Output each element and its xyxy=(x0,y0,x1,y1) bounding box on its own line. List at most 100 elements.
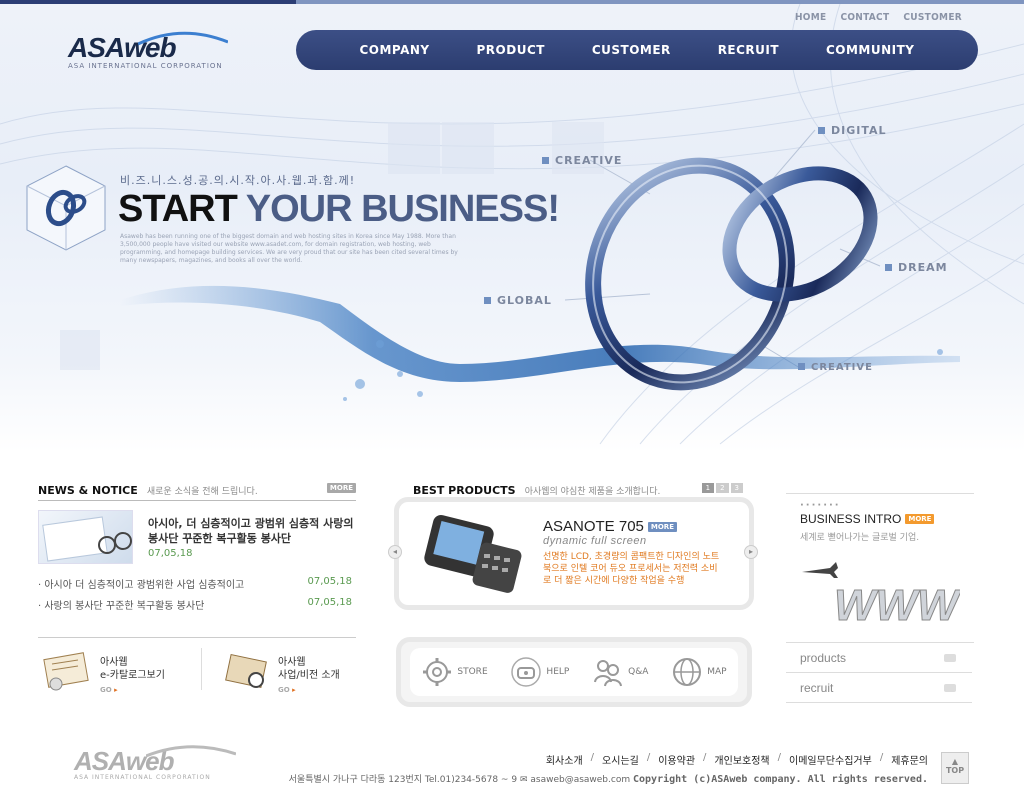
mail-icon: ✉ xyxy=(519,775,528,785)
next-arrow-icon[interactable]: ▸ xyxy=(744,545,758,559)
catalog-book-icon[interactable] xyxy=(42,650,94,692)
top-label: TOP xyxy=(945,766,965,775)
util-link-home[interactable]: HOME xyxy=(795,12,826,23)
nav-customer[interactable]: CUSTOMER xyxy=(592,43,671,57)
quick-line1: 아사웹 xyxy=(278,657,306,668)
www-airplane-graphic: WWW xyxy=(802,562,960,631)
quick-line2: e-카탈로그보기 xyxy=(100,670,165,681)
news-featured-date: 07,05,18 xyxy=(148,548,193,559)
page-2-button[interactable]: 2 xyxy=(716,483,729,493)
footer-nav: 회사소개 / 오시는길 / 이용약관 / 개인보호정책 / 이메일무단수집거부 / 제휴문… xyxy=(545,752,928,767)
hero-slogan: 비.즈.니.스.성.공.의.시.작.아.사.웹.과.함.께! xyxy=(120,174,356,187)
business-link-label: recruit xyxy=(800,680,834,695)
best-subtitle: 아사웹의 야심찬 제품을 소개합니다. xyxy=(524,486,661,497)
best-products-header: BEST PRODUCTS 아사웹의 야심찬 제품을 소개합니다. 1 2 3 xyxy=(413,480,743,497)
nav-product[interactable]: PRODUCT xyxy=(477,43,545,57)
nav-community[interactable]: COMMUNITY xyxy=(826,43,915,57)
news-item-date: 07,05,18 xyxy=(307,576,352,587)
airplane-icon xyxy=(802,562,838,578)
best-title: BEST PRODUCTS xyxy=(413,483,516,497)
news-thumbnail[interactable] xyxy=(38,510,133,564)
util-link-contact[interactable]: CONTACT xyxy=(840,12,889,23)
list-item[interactable]: · 아시아 더 심층적이고 광범위한 사업 심층적이고 07,05,18 xyxy=(38,576,352,591)
footer-copyright: Copyright (c)ASAweb company. All rights … xyxy=(632,774,928,785)
hero-description: Asaweb has been running one of the bigge… xyxy=(120,233,458,264)
business-link-recruit[interactable]: recruit xyxy=(786,673,972,703)
headline-start: START xyxy=(118,188,238,230)
product-description: 선명한 LCD, 초경량의 콤팩트한 디자인의 노트북으로 인텔 코어 듀오 프… xyxy=(543,552,720,586)
tag-global: GLOBAL xyxy=(484,294,552,307)
scroll-top-button[interactable]: ▲ TOP xyxy=(941,752,969,784)
news-item-title[interactable]: · 사랑의 봉사단 꾸준한 복구활동 봉사단 xyxy=(38,597,204,612)
tag-dream: DREAM xyxy=(885,261,948,274)
service-qa[interactable]: Q&A xyxy=(592,656,648,688)
business-more-button[interactable]: MORE xyxy=(905,514,935,524)
vision-map-icon[interactable] xyxy=(222,650,274,692)
news-list: · 아시아 더 심층적이고 광범위한 사업 심층적이고 07,05,18 · 사랑… xyxy=(38,576,352,612)
nav-company[interactable]: COMPANY xyxy=(359,43,429,57)
glasses-newspaper-icon xyxy=(42,516,132,562)
list-item[interactable]: · 사랑의 봉사단 꾸준한 복구활동 봉사단 07,05,18 xyxy=(38,597,352,612)
cube-logo-icon xyxy=(26,165,106,251)
logo-swoosh-icon xyxy=(146,745,236,758)
product-subtitle: dynamic full screen xyxy=(543,535,647,547)
footer-link-directions[interactable]: 오시는길 xyxy=(602,752,639,767)
footer-link-privacy[interactable]: 개인보호정책 xyxy=(714,752,769,767)
service-help[interactable]: HELP xyxy=(510,656,569,688)
headline-business: YOUR BUSINESS! xyxy=(245,188,560,230)
prev-arrow-icon[interactable]: ◂ xyxy=(388,545,402,559)
news-featured-title[interactable]: 아시아, 더 심층적이고 광범위 심층적 사랑의 봉사단 꾸준한 복구활동 봉사… xyxy=(148,516,358,546)
up-arrow-icon: ▲ xyxy=(951,757,959,766)
service-label: STORE xyxy=(457,667,488,677)
footer-link-email-policy[interactable]: 이메일무단수집거부 xyxy=(789,752,872,767)
business-header: BUSINESS INTRO MORE xyxy=(800,512,935,526)
tag-digital: DIGITAL xyxy=(818,124,887,137)
footer-email[interactable]: asaweb@asaweb.com xyxy=(530,775,630,785)
footer-logo[interactable]: ASAweb ASA INTERNATIONAL CORPORATION xyxy=(74,745,236,781)
phone-product-icon[interactable] xyxy=(418,510,528,594)
business-link-products[interactable]: products xyxy=(786,643,972,673)
hero-headline: START YOUR BUSINESS! xyxy=(118,188,560,231)
go-button[interactable]: GO xyxy=(278,686,340,694)
go-button[interactable]: GO xyxy=(100,686,165,694)
arrow-button-icon xyxy=(944,653,956,662)
news-more-button[interactable]: MORE xyxy=(326,483,356,493)
site-logo[interactable]: ASAweb ASA INTERNATIONAL CORPORATION xyxy=(68,31,228,70)
quick-link-catalog[interactable]: 아사웹 e-카탈로그보기 GO xyxy=(100,656,165,694)
quick-line2: 사업/비전 소개 xyxy=(278,670,340,681)
product-more-button[interactable]: MORE xyxy=(647,521,677,532)
footer-link-partnership[interactable]: 제휴문의 xyxy=(891,752,928,767)
footer-link-about[interactable]: 회사소개 xyxy=(546,752,583,767)
phone-icon xyxy=(511,657,542,687)
main-nav: COMPANY PRODUCT CUSTOMER RECRUIT COMMUNI… xyxy=(296,30,978,70)
globe-icon xyxy=(673,658,702,686)
dots-decoration: ······· xyxy=(800,500,841,511)
page-3-button[interactable]: 3 xyxy=(730,483,743,493)
service-store[interactable]: STORE xyxy=(421,656,488,688)
nav-recruit[interactable]: RECRUIT xyxy=(718,43,779,57)
tag-creative-bottom: CREATIVE xyxy=(798,362,873,373)
quick-link-vision[interactable]: 아사웹 사업/비전 소개 GO xyxy=(278,656,340,694)
product-name[interactable]: ASANOTE 705 xyxy=(543,518,644,535)
service-label: MAP xyxy=(707,667,727,677)
footer-address: 서울특별시 가나구 다라동 123번지 Tel.01)234-5678 ~ 9 xyxy=(288,775,518,785)
divider xyxy=(786,493,974,494)
news-item-title[interactable]: · 아시아 더 심층적이고 광범위한 사업 심층적이고 xyxy=(38,576,244,591)
gear-icon xyxy=(423,658,452,686)
quick-line1: 아사웹 xyxy=(100,657,128,668)
divider xyxy=(38,637,356,638)
logo-swoosh-icon xyxy=(138,31,228,46)
news-subtitle: 새로운 소식을 전해 드립니다. xyxy=(146,486,258,497)
service-label: Q&A xyxy=(628,667,649,677)
page-1-button[interactable]: 1 xyxy=(701,483,715,493)
product-name-row: ASANOTE 705 MORE xyxy=(543,518,677,535)
business-link-label: products xyxy=(800,650,847,665)
util-link-customer[interactable]: CUSTOMER xyxy=(903,12,962,23)
divider xyxy=(38,500,356,501)
people-icon xyxy=(594,660,623,687)
business-links: products recruit xyxy=(786,642,974,703)
services-bar: STORE HELP Q&A MAP xyxy=(410,648,738,696)
service-map[interactable]: MAP xyxy=(671,656,727,688)
arrow-button-icon xyxy=(944,683,956,692)
footer-link-terms[interactable]: 이용약관 xyxy=(658,752,695,767)
